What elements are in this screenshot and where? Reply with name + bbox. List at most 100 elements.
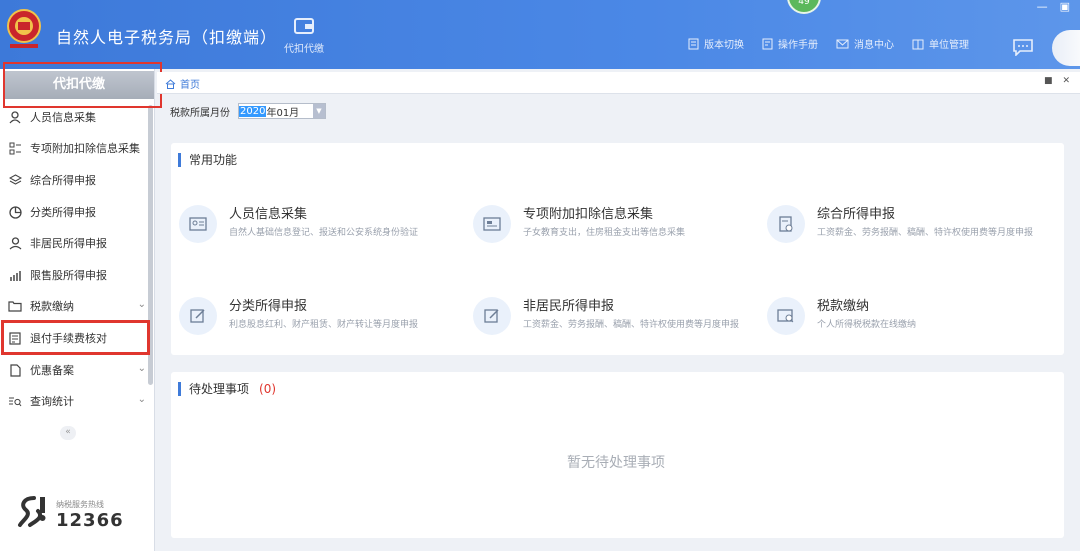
report-settings-icon: [779, 215, 793, 232]
restore-icon[interactable]: ■: [1044, 76, 1053, 86]
pending-empty-text: 暂无待处理事项: [567, 455, 665, 471]
unit-management-label: 单位管理: [929, 40, 969, 51]
user-icon: [9, 236, 21, 249]
func-desc: 利息股息红利、财产租赁、财产转让等月度申报: [229, 320, 419, 330]
sidebar-item-preferential-filing[interactable]: 优惠备案 ⌄: [0, 355, 150, 385]
highlight-box-sidebar-title: [3, 62, 162, 108]
period-label: 税款所属月份: [170, 107, 230, 119]
wallet-icon: [294, 18, 314, 34]
mail-icon: [836, 39, 849, 48]
hotline-number: 12366: [56, 510, 124, 531]
sidebar-item-special-deduction[interactable]: 专项附加扣除信息采集: [0, 133, 150, 163]
sidebar-item-label: 专项附加扣除信息采集: [30, 142, 140, 155]
func-comprehensive-income[interactable]: 综合所得申报 工资薪金、劳务报酬、稿酬、特许权使用费等月度申报: [767, 203, 1057, 253]
period-input[interactable]: 2020 年01月 ▼: [238, 103, 326, 119]
manual-label: 操作手册: [778, 40, 818, 51]
building-icon: [912, 39, 924, 49]
notification-badge[interactable]: 49: [787, 0, 821, 14]
func-nonresident-income[interactable]: 非居民所得申报 工资薪金、劳务报酬、稿酬、特许权使用费等月度申报: [473, 295, 763, 345]
tab-bar: 首页 ■ ✕: [157, 72, 1080, 94]
sidebar-item-label: 综合所得申报: [30, 174, 96, 187]
sidebar-item-label: 非居民所得申报: [30, 237, 107, 250]
payment-search-icon: [777, 309, 794, 323]
id-card-icon: [189, 217, 207, 231]
common-functions-panel: 常用功能 人员信息采集 自然人基础信息登记、报送和公安系统身份验证 专项附加扣除…: [171, 143, 1064, 355]
tab-home-label: 首页: [180, 80, 200, 91]
sidebar-item-label: 人员信息采集: [30, 111, 96, 124]
tab-controls: ■ ✕: [1044, 76, 1070, 86]
person-icon: [9, 110, 20, 123]
module-withholding[interactable]: 代扣代缴: [280, 16, 328, 55]
bar-chart-icon: [9, 270, 21, 281]
func-title: 税款缴纳: [817, 299, 870, 314]
collapse-sidebar-button[interactable]: «: [60, 426, 76, 440]
func-special-deduction[interactable]: 专项附加扣除信息采集 子女教育支出，住房租金支出等信息采集: [473, 203, 763, 253]
common-functions-title: 常用功能: [178, 153, 237, 167]
pending-count: (0): [259, 382, 277, 396]
maximize-icon[interactable]: ▣: [1060, 0, 1070, 13]
manual-icon: [762, 38, 773, 49]
close-icon[interactable]: ✕: [1062, 76, 1070, 86]
func-desc: 工资薪金、劳务报酬、稿酬、特许权使用费等月度申报: [817, 228, 1034, 238]
sidebar-item-label: 限售股所得申报: [30, 269, 107, 282]
period-year: 2020: [239, 105, 267, 117]
pending-items-panel: 待处理事项 (0) 暂无待处理事项: [171, 372, 1064, 538]
module-label: 代扣代缴: [284, 44, 324, 55]
layers-icon: [8, 173, 22, 185]
message-center-link[interactable]: 消息中心: [836, 36, 894, 51]
version-switch-label: 版本切换: [704, 40, 744, 51]
pending-title-label: 待处理事项: [189, 382, 250, 396]
func-title: 专项附加扣除信息采集: [523, 207, 654, 222]
func-personnel-info[interactable]: 人员信息采集 自然人基础信息登记、报送和公安系统身份验证: [179, 203, 469, 253]
folder-icon: [8, 301, 22, 312]
edit-icon: [484, 309, 499, 323]
func-title: 分类所得申报: [229, 299, 308, 314]
list-icon: [9, 142, 21, 154]
sidebar: 代扣代缴 人员信息采集 专项附加扣除信息采集 综合所得申报 分类所得申报 非居民…: [0, 69, 155, 551]
home-icon: [165, 78, 176, 89]
version-switch-link[interactable]: 版本切换: [688, 36, 744, 51]
tab-home[interactable]: 首页: [165, 76, 200, 91]
pie-icon: [8, 205, 22, 219]
window-controls: — ▣: [1037, 0, 1070, 13]
deduction-form-icon: [483, 217, 501, 231]
calendar-dropdown-icon[interactable]: ▼: [313, 104, 325, 118]
message-center-label: 消息中心: [854, 40, 894, 51]
func-title: 综合所得申报: [817, 207, 896, 222]
edit-icon: [190, 309, 205, 323]
func-title: 人员信息采集: [229, 207, 308, 222]
sidebar-item-query-stats[interactable]: 查询统计 ⌄: [0, 386, 150, 416]
hotline-label: 纳税服务热线: [56, 500, 104, 509]
header-links: 版本切换 操作手册 消息中心 单位管理: [688, 36, 969, 51]
func-desc: 子女教育支出，住房租金支出等信息采集: [523, 228, 686, 238]
func-title: 非居民所得申报: [523, 299, 615, 314]
pending-title: 待处理事项 (0): [178, 382, 276, 396]
app-header: 自然人电子税务局（扣缴端） 代扣代缴 49 — ▣ 版本切换 操作手册 消息中心…: [0, 0, 1080, 69]
header-corner-decoration: [1052, 30, 1080, 66]
doc-icon: [688, 38, 699, 49]
service-hotline: 纳税服务热线 12366: [16, 495, 124, 535]
sidebar-item-tax-payment[interactable]: 税款缴纳 ⌄: [0, 291, 150, 321]
sidebar-item-label: 查询统计: [30, 395, 74, 408]
sidebar-item-comprehensive-income[interactable]: 综合所得申报: [0, 165, 150, 195]
func-desc: 自然人基础信息登记、报送和公安系统身份验证: [229, 228, 419, 238]
sidebar-item-classified-income[interactable]: 分类所得申报: [0, 197, 150, 227]
period-month: 年01月: [266, 107, 300, 119]
sidebar-item-label: 优惠备案: [30, 364, 74, 377]
sidebar-item-restricted-shares[interactable]: 限售股所得申报: [0, 260, 150, 290]
chat-icon[interactable]: [1012, 38, 1034, 60]
sidebar-item-label: 分类所得申报: [30, 206, 96, 219]
chevron-down-icon: ⌄: [137, 394, 146, 405]
func-tax-payment[interactable]: 税款缴纳 个人所得税税款在线缴纳: [767, 295, 1057, 345]
unit-management-link[interactable]: 单位管理: [912, 36, 969, 51]
minimize-icon[interactable]: —: [1037, 0, 1048, 13]
func-desc: 个人所得税税款在线缴纳: [817, 320, 917, 330]
manual-link[interactable]: 操作手册: [762, 36, 818, 51]
search-list-icon: [9, 397, 22, 406]
app-title: 自然人电子税务局（扣缴端）: [56, 28, 278, 47]
sidebar-item-label: 税款缴纳: [30, 300, 74, 313]
hotline-logo-icon: [18, 496, 46, 527]
func-classified-income[interactable]: 分类所得申报 利息股息红利、财产租赁、财产转让等月度申报: [179, 295, 469, 345]
func-desc: 工资薪金、劳务报酬、稿酬、特许权使用费等月度申报: [523, 320, 740, 330]
sidebar-item-nonresident-income[interactable]: 非居民所得申报: [0, 228, 150, 258]
